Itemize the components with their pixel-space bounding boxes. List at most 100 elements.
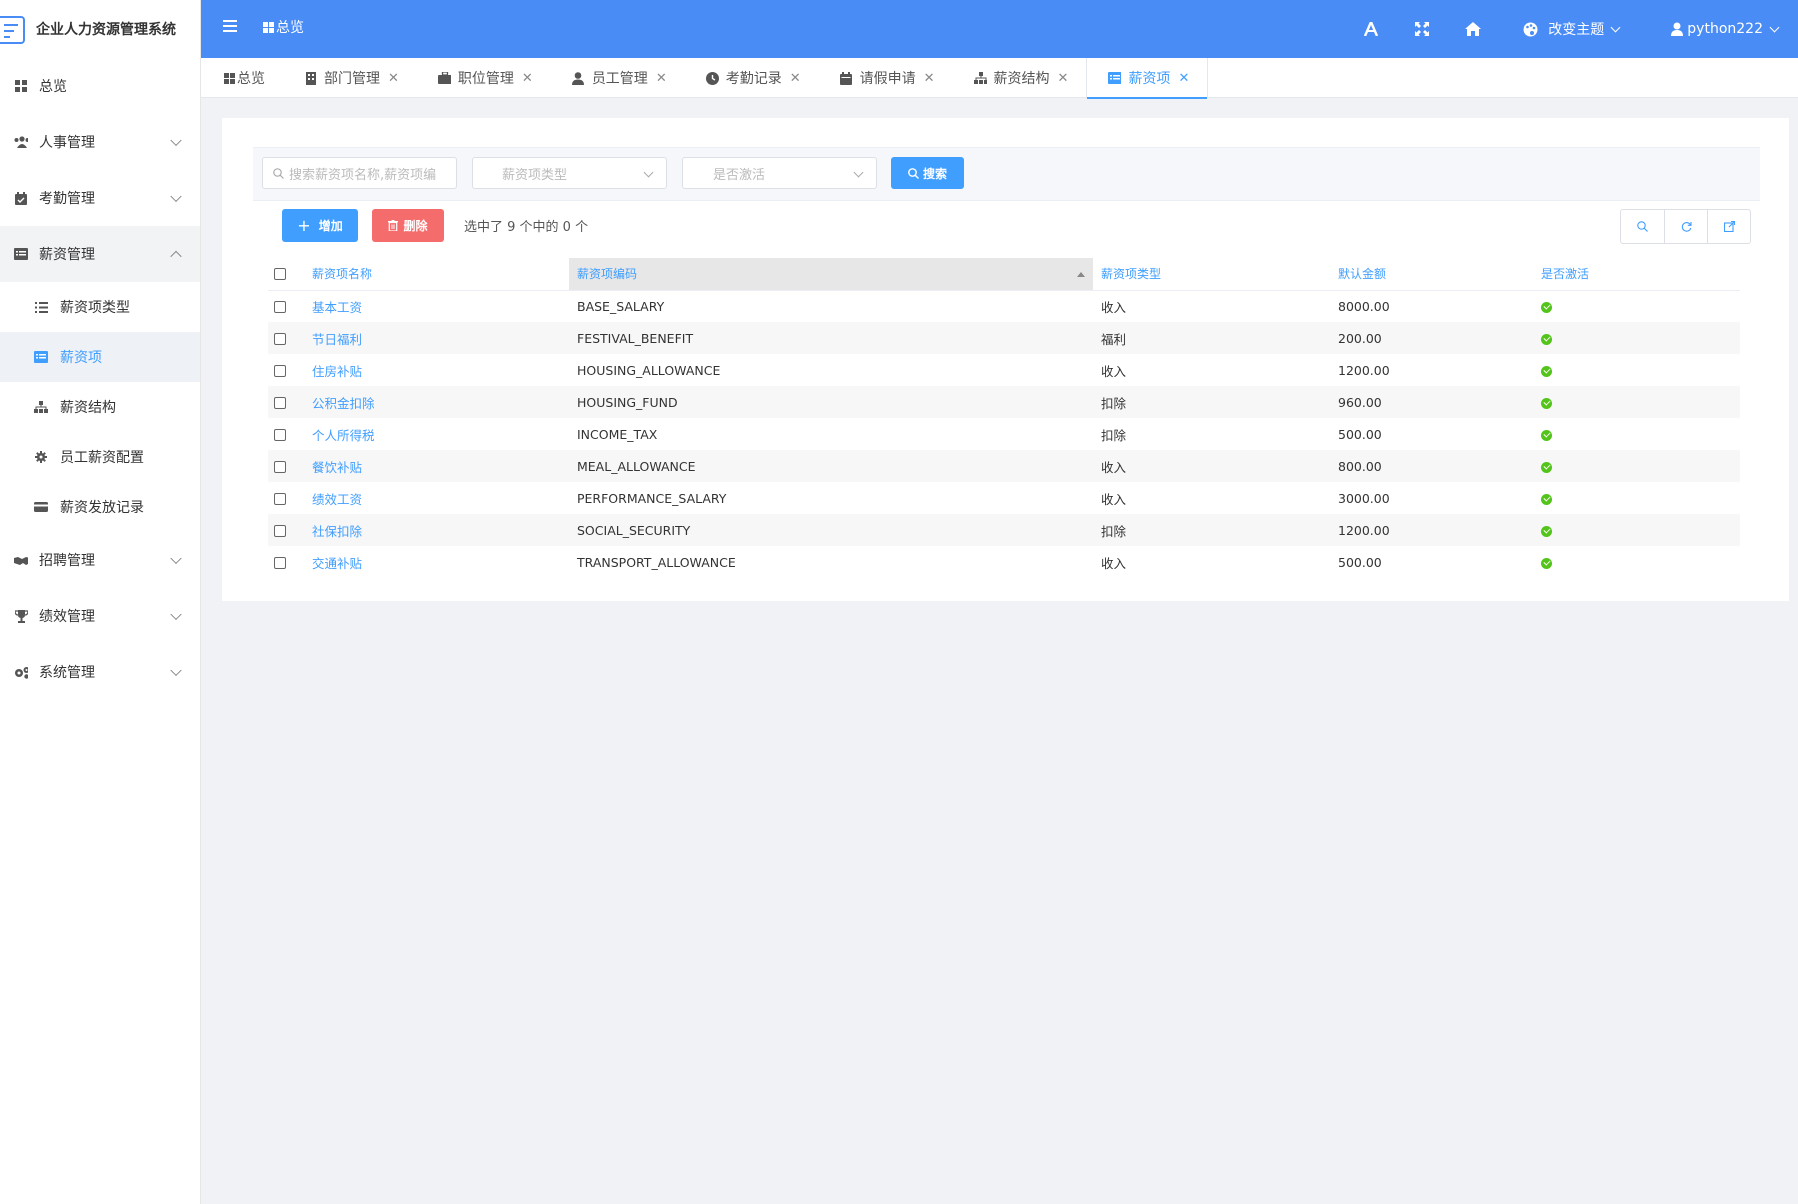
tab-leave-request[interactable]: 请假申请 ✕ <box>819 58 953 98</box>
sidebar-item-system[interactable]: 系统管理 <box>0 644 200 700</box>
calendar-icon <box>840 71 853 85</box>
sidebar-subitem-label: 员工薪资配置 <box>60 450 144 466</box>
sidebar-subitem-employee-salary-config[interactable]: 员工薪资配置 <box>0 432 200 482</box>
sidebar-subitem-label: 薪资发放记录 <box>60 500 144 516</box>
fullscreen-icon[interactable] <box>1396 0 1447 58</box>
row-checkbox[interactable] <box>274 429 286 441</box>
tab-dashboard[interactable]: 总览 <box>201 58 283 98</box>
sidebar-subitem-salary-item[interactable]: 薪资项 <box>0 332 200 382</box>
select-all-checkbox[interactable] <box>274 268 286 281</box>
table-row: 基本工资 BASE_SALARY 收入 8000.00 <box>268 290 1740 322</box>
salary-item-code: SOCIAL_SECURITY <box>569 514 1093 546</box>
home-icon[interactable] <box>1447 0 1498 58</box>
app-logo[interactable]: 企业人力资源管理系统 <box>0 0 200 58</box>
sidebar-subitem-salary-item-type[interactable]: 薪资项类型 <box>0 282 200 332</box>
row-checkbox[interactable] <box>274 557 286 569</box>
salary-item-name-link[interactable]: 基本工资 <box>312 300 362 315</box>
check-circle-icon <box>1541 301 1552 313</box>
toggle-search-button[interactable] <box>1621 210 1664 243</box>
add-button-label: 增加 <box>318 219 343 233</box>
chevron-down-icon <box>170 664 182 677</box>
salary-item-type: 收入 <box>1093 450 1330 482</box>
close-icon[interactable]: ✕ <box>388 71 399 86</box>
row-checkbox[interactable] <box>274 365 286 377</box>
close-icon[interactable]: ✕ <box>522 71 533 86</box>
row-checkbox[interactable] <box>274 397 286 409</box>
trophy-icon <box>14 609 28 623</box>
check-circle-icon <box>1541 493 1552 505</box>
sidebar-item-personnel[interactable]: 人事管理 <box>0 114 200 170</box>
sidebar-subitem-label: 薪资项 <box>60 350 102 366</box>
column-header-sorted[interactable]: 薪资项编码 <box>569 258 1093 291</box>
close-icon[interactable]: ✕ <box>790 71 801 86</box>
salary-item-type: 收入 <box>1101 363 1127 379</box>
salary-item-name-link[interactable]: 社保扣除 <box>312 524 362 539</box>
salary-item-type-select[interactable]: 薪资项类型 <box>472 157 667 189</box>
salary-item-code: MEAL_ALLOWANCE <box>569 450 1093 482</box>
column-header[interactable]: 薪资项名称 <box>304 258 569 291</box>
user-menu[interactable]: python222 <box>1671 21 1780 37</box>
salary-item-name-link[interactable]: 住房补贴 <box>312 364 362 379</box>
sidebar-item-recruitment[interactable]: 招聘管理 <box>0 532 200 588</box>
column-header[interactable]: 是否激活 <box>1533 258 1740 291</box>
salary-item-code: HOUSING_FUND <box>569 386 1093 418</box>
search-button[interactable]: 搜索 <box>891 157 964 189</box>
sidebar: 企业人力资源管理系统 总览 人事管理 考勤管理 薪资管理 薪资项类型 薪资项 薪… <box>0 0 201 1204</box>
sidebar-item-attendance[interactable]: 考勤管理 <box>0 170 200 226</box>
salary-item-name-link[interactable]: 个人所得税 <box>312 428 375 443</box>
breadcrumb: 总览 <box>263 17 304 37</box>
sidebar-item-dashboard[interactable]: 总览 <box>0 58 200 114</box>
salary-item-name-link[interactable]: 绩效工资 <box>312 492 362 507</box>
refresh-button[interactable] <box>1664 210 1707 243</box>
salary-item-name-link[interactable]: 公积金扣除 <box>312 396 375 411</box>
tab-department[interactable]: 部门管理 ✕ <box>283 58 417 98</box>
export-button[interactable] <box>1707 210 1750 243</box>
row-checkbox[interactable] <box>274 301 286 314</box>
tab-label: 薪资结构 <box>993 71 1050 87</box>
search-input[interactable]: 搜索薪资项名称,薪资项编 <box>262 157 457 189</box>
theme-switcher[interactable]: 改变主题 <box>1523 19 1621 39</box>
users-icon <box>14 135 28 149</box>
salary-item-type: 收入 <box>1101 555 1127 571</box>
tab-bar: 总览 部门管理 ✕ 职位管理 ✕ 员工管理 ✕ 考勤记录 ✕ 请假申请 ✕ 薪资… <box>201 58 1798 99</box>
sidebar-item-performance[interactable]: 绩效管理 <box>0 588 200 644</box>
salary-item-type: 扣除 <box>1093 514 1330 546</box>
tab-employee[interactable]: 员工管理 ✕ <box>551 58 685 98</box>
is-active-select[interactable]: 是否激活 <box>682 157 877 189</box>
salary-item-code: BASE_SALARY <box>577 298 665 314</box>
font-size-icon[interactable] <box>1345 0 1396 58</box>
add-button[interactable]: + 增加 <box>282 209 358 242</box>
sidebar-subitem-salary-payment-records[interactable]: 薪资发放记录 <box>0 482 200 532</box>
row-checkbox[interactable] <box>274 333 286 345</box>
gear-icon <box>34 450 48 464</box>
salary-item-name-link[interactable]: 餐饮补贴 <box>312 460 362 475</box>
salary-item-name-link[interactable]: 节日福利 <box>312 332 362 347</box>
tab-attendance-record[interactable]: 考勤记录 ✕ <box>685 58 819 98</box>
briefcase-icon <box>437 72 451 85</box>
sidebar-subitem-salary-structure[interactable]: 薪资结构 <box>0 382 200 432</box>
tab-position[interactable]: 职位管理 ✕ <box>417 58 551 98</box>
tab-salary-structure[interactable]: 薪资结构 ✕ <box>953 58 1087 98</box>
sidebar-item-label: 考勤管理 <box>39 191 95 207</box>
building-icon <box>304 71 317 85</box>
close-icon[interactable]: ✕ <box>1178 71 1189 86</box>
row-checkbox[interactable] <box>274 525 286 537</box>
list-alt-icon <box>34 350 48 364</box>
salary-item-amount: 800.00 <box>1330 450 1533 482</box>
sidebar-item-salary[interactable]: 薪资管理 <box>0 226 200 282</box>
close-icon[interactable]: ✕ <box>656 71 667 86</box>
close-icon[interactable]: ✕ <box>1058 71 1069 86</box>
search-icon <box>908 167 919 179</box>
menu-toggle-icon[interactable] <box>223 20 237 34</box>
column-header[interactable]: 默认金额 <box>1330 258 1533 291</box>
close-icon[interactable]: ✕ <box>924 71 935 86</box>
column-header[interactable]: 薪资项类型 <box>1093 258 1330 291</box>
tab-salary-item[interactable]: 薪资项 ✕ <box>1086 58 1209 99</box>
row-checkbox[interactable] <box>274 493 286 505</box>
salary-item-name-link[interactable]: 交通补贴 <box>312 556 362 571</box>
row-checkbox[interactable] <box>274 461 286 473</box>
delete-button[interactable]: 删除 <box>372 209 444 242</box>
salary-item-code: HOUSING_ALLOWANCE <box>577 362 721 378</box>
table-row: 交通补贴 TRANSPORT_ALLOWANCE 收入 500.00 <box>268 546 1740 578</box>
salary-item-amount: 500.00 <box>1338 426 1382 442</box>
